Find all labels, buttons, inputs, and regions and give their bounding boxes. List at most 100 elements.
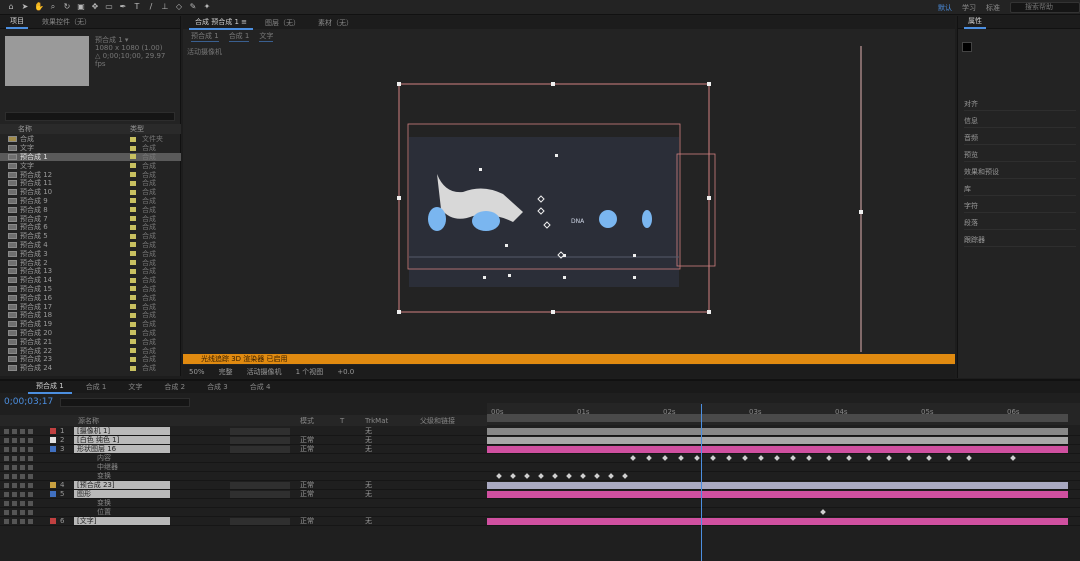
layer-row[interactable]: 5 图形 正常 无 — [0, 490, 487, 499]
tab-timeline-1[interactable]: 合成 1 — [78, 382, 115, 393]
keyframe[interactable] — [694, 455, 700, 461]
lock-icon[interactable] — [28, 446, 33, 452]
solo-icon[interactable] — [20, 473, 25, 479]
layer-duration-bar[interactable] — [487, 437, 1068, 444]
label-color[interactable] — [130, 277, 136, 283]
keyframe[interactable] — [1010, 455, 1016, 461]
layer-label-color[interactable] — [50, 482, 56, 488]
work-area-bar[interactable] — [487, 414, 1068, 422]
workspace-0[interactable]: 默认 — [938, 3, 952, 13]
layer-row[interactable]: 位置 — [0, 508, 487, 517]
keyframe[interactable] — [866, 455, 872, 461]
workspace-1[interactable]: 学习 — [962, 3, 976, 13]
lock-icon[interactable] — [28, 473, 33, 479]
layer-row[interactable]: 中继器 — [0, 463, 487, 472]
property-panel-item[interactable]: 预览 — [964, 149, 1076, 162]
label-color[interactable] — [130, 330, 136, 336]
layer-name[interactable]: 位置 — [94, 508, 190, 516]
layer-switch-block[interactable] — [230, 490, 290, 498]
project-search-input[interactable] — [5, 112, 175, 121]
column-parent[interactable]: 父级和链接 — [420, 416, 455, 426]
eraser-icon[interactable]: ◇ — [174, 2, 184, 12]
layer-duration-bar[interactable] — [487, 491, 1068, 498]
label-color[interactable] — [130, 339, 136, 345]
keyframe[interactable] — [820, 509, 826, 515]
keyframe[interactable] — [742, 455, 748, 461]
tab-timeline-0[interactable]: 预合成 1 — [28, 381, 72, 394]
roto-icon[interactable]: ✎ — [188, 2, 198, 12]
tab-timeline-5[interactable]: 合成 4 — [242, 382, 279, 393]
layer-switch-block[interactable] — [230, 436, 290, 444]
viewer-control[interactable]: 1 个视图 — [296, 367, 324, 377]
property-panel-item[interactable]: 对齐 — [964, 98, 1076, 111]
eye-icon[interactable] — [4, 518, 9, 524]
layer-label-color[interactable] — [50, 500, 56, 506]
property-panel-item[interactable]: 字符 — [964, 200, 1076, 213]
eye-icon[interactable] — [4, 455, 9, 461]
layer-label-color[interactable] — [50, 455, 56, 461]
solo-icon[interactable] — [20, 428, 25, 434]
audio-icon[interactable] — [12, 428, 17, 434]
pan-icon[interactable]: ✥ — [90, 2, 100, 12]
label-color[interactable] — [130, 348, 136, 354]
solo-icon[interactable] — [20, 518, 25, 524]
lock-icon[interactable] — [28, 455, 33, 461]
solo-icon[interactable] — [20, 464, 25, 470]
column-t[interactable]: T — [340, 417, 344, 425]
home-icon[interactable]: ⌂ — [6, 2, 16, 12]
viewer-control[interactable]: 50% — [189, 368, 205, 376]
label-color[interactable] — [130, 145, 136, 151]
column-name[interactable]: 名称 — [18, 124, 130, 134]
tab-viewer-2[interactable]: 素材（无） — [312, 17, 359, 29]
solo-icon[interactable] — [20, 446, 25, 452]
label-color[interactable] — [130, 163, 136, 169]
help-search-input[interactable]: 搜索帮助 — [1010, 2, 1080, 13]
layer-mode[interactable]: 正常 — [300, 444, 314, 454]
keyframe[interactable] — [678, 455, 684, 461]
label-color[interactable] — [130, 198, 136, 204]
camera-icon[interactable]: ▣ — [76, 2, 86, 12]
keyframe[interactable] — [726, 455, 732, 461]
eye-icon[interactable] — [4, 500, 9, 506]
layer-row[interactable]: 4 [预合成 23] 正常无 — [0, 481, 487, 490]
property-panel-item[interactable]: 跟踪器 — [964, 234, 1076, 247]
keyframe[interactable] — [926, 455, 932, 461]
layer-row[interactable]: 6 [文字] 正常 无 — [0, 517, 487, 526]
label-color[interactable] — [130, 216, 136, 222]
layer-duration-bar[interactable] — [487, 446, 1068, 453]
property-panel-item[interactable]: 库 — [964, 183, 1076, 196]
layer-name[interactable]: 图形 — [74, 490, 170, 498]
keyframe[interactable] — [826, 455, 832, 461]
layer-label-color[interactable] — [50, 437, 56, 443]
layer-row[interactable]: 内容 — [0, 454, 487, 463]
label-color[interactable] — [130, 356, 136, 362]
viewer-control[interactable]: +0.0 — [337, 368, 354, 376]
lock-icon[interactable] — [28, 518, 33, 524]
column-type[interactable]: 类型 — [130, 124, 144, 134]
property-panel-item[interactable]: 效果和预设 — [964, 166, 1076, 179]
label-color[interactable] — [130, 268, 136, 274]
solo-icon[interactable] — [20, 509, 25, 515]
audio-icon[interactable] — [12, 509, 17, 515]
label-color[interactable] — [130, 207, 136, 213]
label-color[interactable] — [130, 224, 136, 230]
column-source-name[interactable]: 源名称 — [78, 416, 99, 426]
zoom-icon[interactable]: ⌕ — [48, 2, 58, 12]
layer-mode[interactable]: 正常 — [300, 489, 314, 499]
lock-icon[interactable] — [28, 482, 33, 488]
keyframe[interactable] — [496, 473, 502, 479]
timeline-search-input[interactable] — [60, 398, 190, 407]
keyframe[interactable] — [538, 473, 544, 479]
layer-row[interactable]: 变换 — [0, 472, 487, 481]
tab-project[interactable]: 项目 — [6, 15, 28, 29]
keyframe[interactable] — [608, 473, 614, 479]
keyframe[interactable] — [594, 473, 600, 479]
audio-icon[interactable] — [12, 491, 17, 497]
lock-icon[interactable] — [28, 437, 33, 443]
breadcrumb-item[interactable]: 合成 1 — [228, 31, 250, 42]
solo-icon[interactable] — [20, 491, 25, 497]
solo-icon[interactable] — [20, 500, 25, 506]
audio-icon[interactable] — [12, 464, 17, 470]
keyframe[interactable] — [906, 455, 912, 461]
pen-icon[interactable]: ✒ — [118, 2, 128, 12]
